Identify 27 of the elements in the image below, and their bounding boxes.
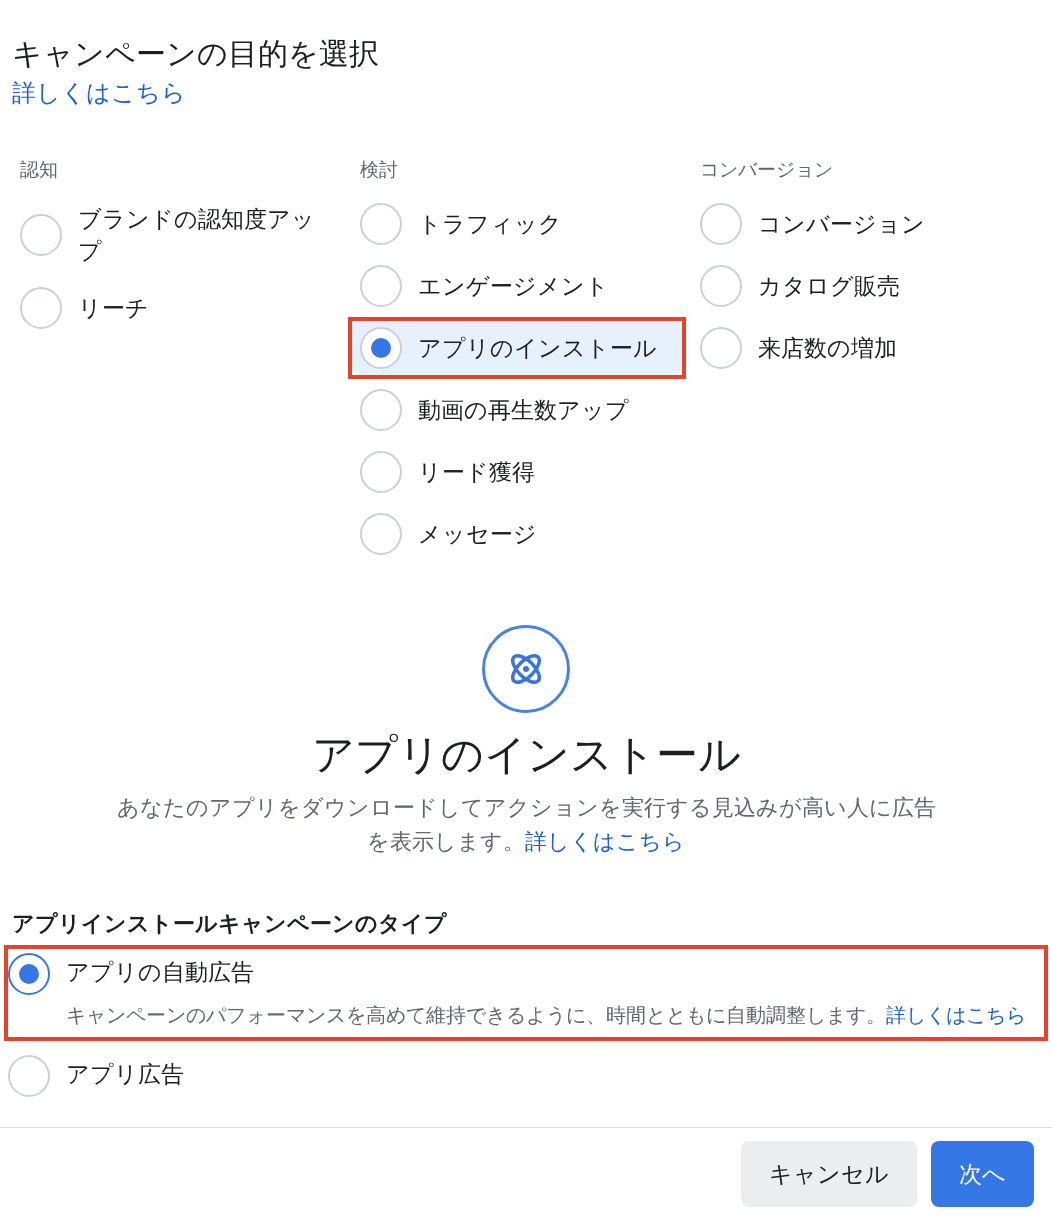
option-description: キャンペーンのパフォーマンスを高めて維持できるように、時間とともに自動調整します。詳しくはこちら (66, 1002, 1027, 1029)
radio-button[interactable] (8, 953, 50, 995)
objective-label[interactable]: エンゲージメント (418, 270, 609, 302)
objective-description: あなたのアプリをダウンロードしてアクションを実行する見込みが高い人に広告を表示します。詳しくはこちら (116, 794, 936, 856)
objective-label[interactable]: リーチ (78, 292, 149, 324)
cancel-button[interactable]: キャンセル (741, 1141, 917, 1207)
learn-more-link[interactable]: 詳しくはこちら (525, 829, 685, 854)
learn-more-link[interactable]: 詳しくはこちら (886, 1003, 1026, 1027)
atom-icon (482, 625, 570, 713)
next-button[interactable]: 次へ (931, 1141, 1034, 1207)
objective-label[interactable]: リード獲得 (418, 456, 535, 488)
objective-label[interactable]: トラフィック (418, 208, 562, 240)
objective-label[interactable]: 動画の再生数アップ (418, 394, 629, 426)
objective-label[interactable]: コンバージョン (758, 208, 925, 240)
column-heading: コンバージョン (700, 157, 834, 182)
option-label[interactable]: アプリの自動広告 (66, 953, 1036, 991)
objective-label[interactable]: 来店数の増加 (758, 332, 897, 364)
objective-title: アプリのインストール (311, 729, 741, 781)
column-heading: 検討 (360, 157, 399, 182)
option-label[interactable]: アプリ広告 (66, 1055, 1036, 1093)
objective-label[interactable]: ブランドの認知度アップ (78, 203, 334, 267)
objective-label[interactable]: メッセージ (418, 518, 537, 550)
column-heading: 認知 (20, 157, 59, 182)
learn-more-link[interactable]: 詳しくはこちら (12, 77, 186, 109)
objective-label[interactable]: カタログ販売 (758, 270, 900, 302)
dialog-title: キャンペーンの目的を選択 (12, 35, 380, 73)
section-heading: アプリインストールキャンペーンのタイプ (12, 910, 448, 938)
